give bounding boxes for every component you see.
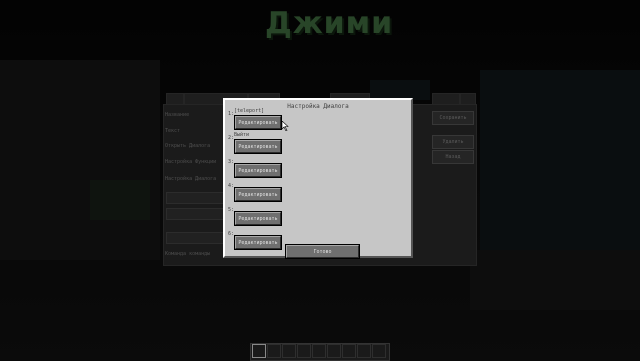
option-number: 3:: [228, 159, 235, 165]
editor-field[interactable]: [166, 232, 224, 244]
world-block: [480, 70, 640, 280]
back-button[interactable]: Назад: [432, 150, 474, 164]
hotbar-slot[interactable]: [281, 344, 296, 358]
edit-option-6-button[interactable]: Редактировать: [234, 235, 282, 250]
option-number: 4:: [228, 183, 235, 189]
editor-field[interactable]: [166, 192, 224, 204]
editor-label: Настройка Диалога: [165, 176, 217, 182]
npc-name-tag: Джими: [265, 6, 394, 41]
save-button[interactable]: Сохранить: [432, 111, 474, 125]
edit-option-1-button[interactable]: Редактировать: [234, 115, 282, 130]
edit-option-3-button[interactable]: Редактировать: [234, 163, 282, 178]
option-label: Выйти: [234, 132, 250, 138]
world-block: [370, 80, 430, 100]
editor-label: Название: [165, 112, 190, 118]
hotbar-slot[interactable]: [356, 344, 371, 358]
world-block: [90, 180, 150, 220]
editor-field[interactable]: [166, 208, 224, 220]
dialog-settings-window: Настройка Диалога 1: [teleport] Редактир…: [223, 98, 413, 259]
editor-label: Команда команды: [165, 251, 211, 257]
hotbar: [250, 343, 390, 361]
mouse-cursor-icon: [282, 121, 289, 131]
world-block: [470, 250, 640, 310]
editor-label: Текст: [165, 128, 181, 134]
option-number: 5:: [228, 207, 235, 213]
delete-button[interactable]: Удалить: [432, 135, 474, 149]
option-label: [teleport]: [234, 108, 265, 114]
edit-option-5-button[interactable]: Редактировать: [234, 211, 282, 226]
hotbar-slot[interactable]: [251, 344, 266, 358]
hotbar-slot[interactable]: [371, 344, 386, 358]
edit-option-2-button[interactable]: Редактировать: [234, 139, 282, 154]
hotbar-slot[interactable]: [296, 344, 311, 358]
hotbar-slot[interactable]: [311, 344, 326, 358]
done-button[interactable]: Готово: [285, 244, 360, 259]
editor-label: Настройка Функции: [165, 159, 217, 165]
option-number: 6:: [228, 231, 235, 237]
editor-label: Открыть Диалога: [165, 143, 211, 149]
edit-option-4-button[interactable]: Редактировать: [234, 187, 282, 202]
hotbar-slot[interactable]: [266, 344, 281, 358]
hotbar-slot[interactable]: [326, 344, 341, 358]
hotbar-slot[interactable]: [341, 344, 356, 358]
world-block: [0, 60, 160, 260]
